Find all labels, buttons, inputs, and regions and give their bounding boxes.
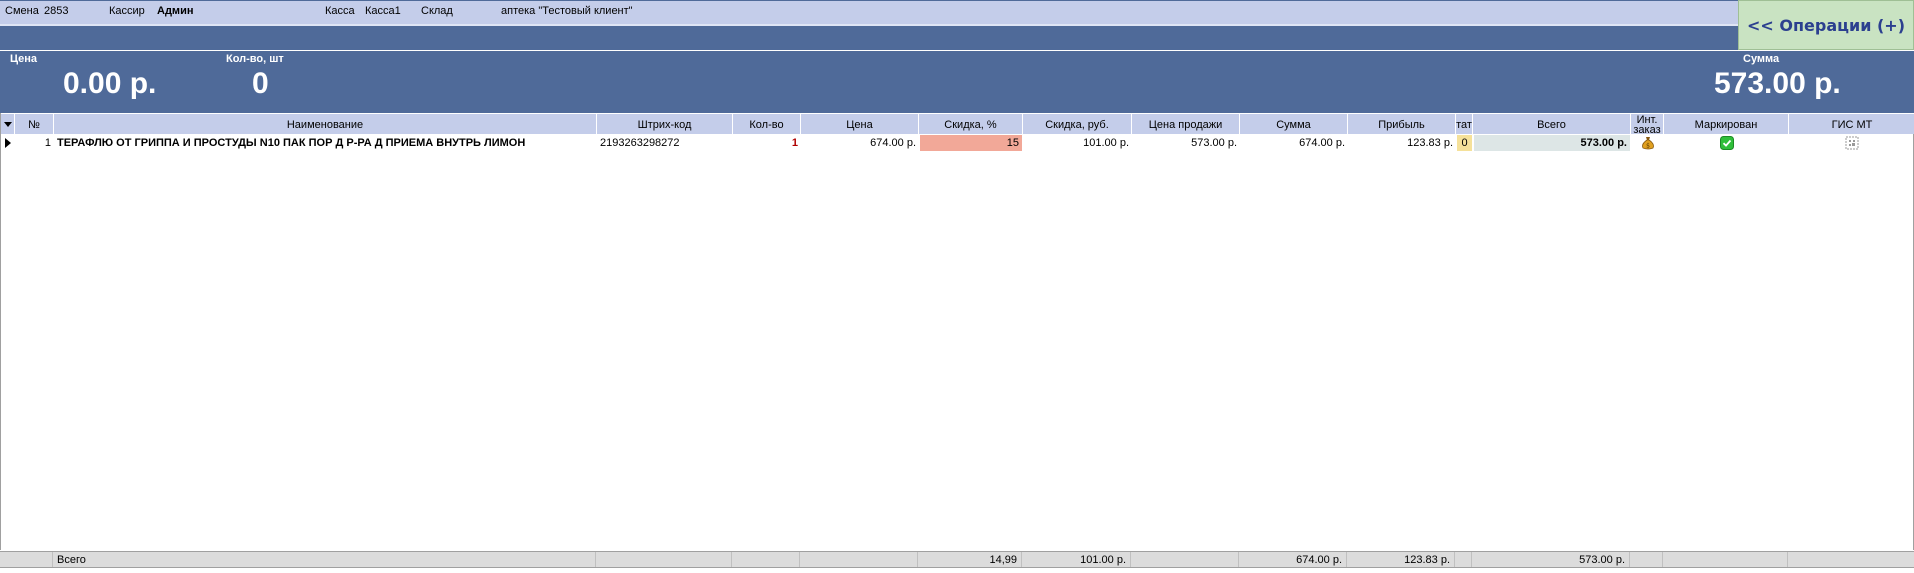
- footer-qty: [732, 552, 800, 567]
- footer-price: [800, 552, 918, 567]
- footer-gis-mt: [1788, 552, 1914, 567]
- footer-barcode: [596, 552, 732, 567]
- session-info: Смена 2853 Кассир Админ Касса Касса1 Скл…: [0, 1, 1738, 24]
- register-value: Касса1: [365, 5, 401, 17]
- cell-sale-price: 573.00 р.: [1191, 137, 1237, 149]
- totals-panel: Цена 0.00 р. Кол-во, шт 0 Сумма 573.00 р…: [0, 50, 1914, 113]
- cell-discount-rub: 101.00 р.: [1083, 137, 1129, 149]
- col-barcode[interactable]: Штрих-код: [597, 114, 733, 135]
- svg-text:$: $: [1646, 143, 1650, 150]
- col-discount-pct[interactable]: Скидка, %: [919, 114, 1023, 135]
- footer-sum: 674.00 р.: [1239, 552, 1347, 567]
- footer-int-order: [1630, 552, 1663, 567]
- header-menu-button[interactable]: [1, 114, 15, 135]
- cell-discount-pct[interactable]: 15: [920, 135, 1022, 151]
- money-bag-icon: $: [1641, 137, 1654, 150]
- items-grid: № Наименование Штрих-код Кол-во Цена Ски…: [0, 113, 1914, 550]
- cell-profit: 123.83 р.: [1407, 137, 1453, 149]
- col-price[interactable]: Цена: [801, 114, 919, 135]
- cell-price: 674.00 р.: [870, 137, 916, 149]
- top-bar: Смена 2853 Кассир Админ Касса Касса1 Скл…: [0, 0, 1738, 50]
- col-discount-rub[interactable]: Скидка, руб.: [1023, 114, 1132, 135]
- shift-value: 2853: [44, 5, 69, 17]
- footer-discount-rub: 101.00 р.: [1022, 552, 1131, 567]
- footer-label: Всего: [53, 552, 596, 567]
- footer-sale-price: [1131, 552, 1239, 567]
- footer-discount-pct: 14,99: [918, 552, 1022, 567]
- cell-sum: 674.00 р.: [1299, 137, 1345, 149]
- qty-value: 0: [252, 67, 269, 100]
- cell-total: 573.00 р.: [1474, 135, 1630, 151]
- warehouse-value: аптека "Тестовый клиент": [501, 5, 633, 17]
- chevron-down-icon: [3, 122, 12, 127]
- price-value: 0.00 р.: [63, 67, 157, 100]
- check-icon: [1719, 136, 1734, 150]
- sum-label: Сумма: [1743, 53, 1780, 65]
- col-name[interactable]: Наименование: [54, 114, 597, 135]
- cell-tat: 0: [1457, 135, 1472, 151]
- cashier-label: Кассир: [109, 5, 145, 17]
- cell-int-order[interactable]: $: [1631, 134, 1664, 152]
- info-separator: [0, 24, 1738, 26]
- cell-name: ТЕРАФЛЮ ОТ ГРИППА И ПРОСТУДЫ N10 ПАК ПОР…: [57, 137, 526, 149]
- grid-footer: Всего 14,99 101.00 р. 674.00 р. 123.83 р…: [0, 551, 1914, 567]
- cell-barcode: 2193263298272: [600, 137, 680, 149]
- warehouse-label: Склад: [421, 5, 453, 17]
- col-sale-price[interactable]: Цена продажи: [1132, 114, 1240, 135]
- footer-marked: [1663, 552, 1788, 567]
- col-qty[interactable]: Кол-во: [733, 114, 801, 135]
- cashier-value: Админ: [157, 5, 194, 17]
- qty-label: Кол-во, шт: [226, 53, 284, 65]
- grid-header: № Наименование Штрих-код Кол-во Цена Ски…: [1, 113, 1914, 135]
- row-pointer-icon: [5, 138, 11, 148]
- sum-value: 573.00 р.: [1714, 67, 1841, 100]
- col-num[interactable]: №: [15, 114, 54, 135]
- cell-marked[interactable]: [1664, 134, 1789, 152]
- shift-label: Смена: [5, 5, 39, 17]
- col-profit[interactable]: Прибыль: [1348, 114, 1456, 135]
- table-row[interactable]: 1 ТЕРАФЛЮ ОТ ГРИППА И ПРОСТУДЫ N10 ПАК П…: [1, 134, 1914, 152]
- bottom-strip: [0, 567, 1914, 573]
- col-gis-mt[interactable]: ГИС МТ: [1789, 114, 1914, 135]
- col-marked[interactable]: Маркирован: [1664, 114, 1789, 135]
- price-label: Цена: [10, 53, 38, 65]
- footer-spacer: [0, 552, 53, 567]
- cell-qty[interactable]: 1: [733, 134, 801, 152]
- col-total[interactable]: Всего: [1473, 114, 1631, 135]
- col-sum[interactable]: Сумма: [1240, 114, 1348, 135]
- footer-profit: 123.83 р.: [1347, 552, 1455, 567]
- footer-total: 573.00 р.: [1472, 552, 1630, 567]
- cell-gis-mt[interactable]: [1789, 134, 1914, 152]
- register-label: Касса: [325, 5, 355, 17]
- row-indicator: [1, 134, 15, 152]
- cell-num: 1: [44, 137, 51, 149]
- col-tat[interactable]: тат: [1456, 114, 1473, 135]
- col-int-order[interactable]: Инт. заказ: [1631, 114, 1664, 135]
- operations-button[interactable]: << Операции (+): [1738, 0, 1914, 50]
- datamatrix-icon: [1845, 136, 1859, 150]
- footer-tat: [1455, 552, 1472, 567]
